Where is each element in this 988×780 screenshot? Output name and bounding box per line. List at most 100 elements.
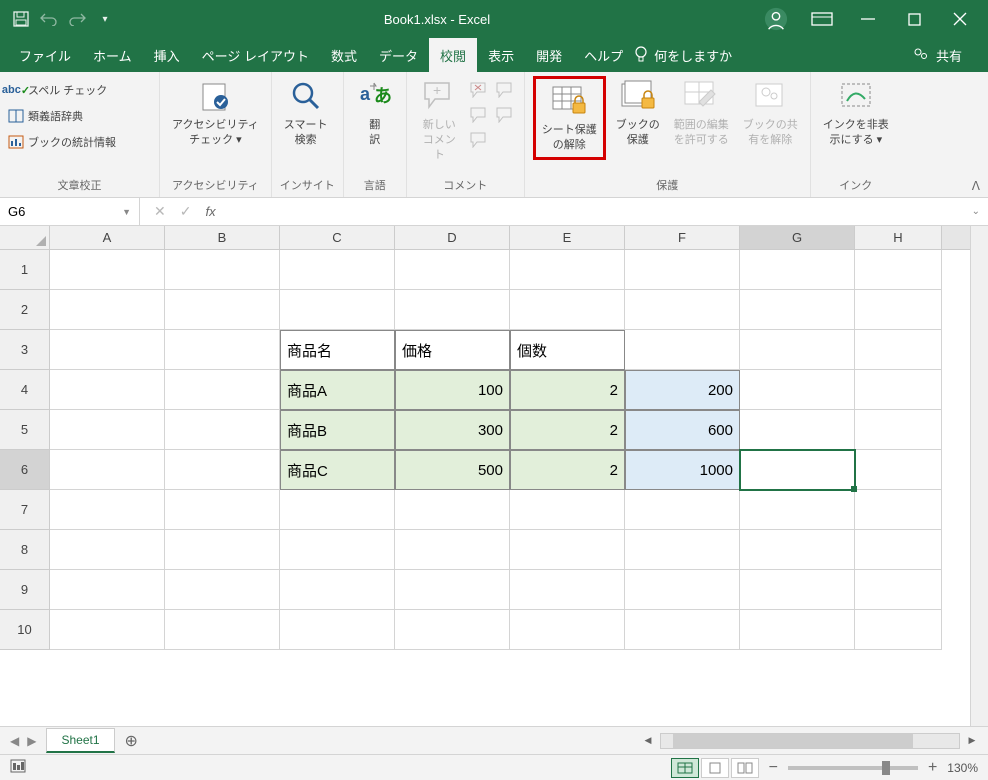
cell-G8[interactable] — [740, 530, 855, 570]
row-header-3[interactable]: 3 — [0, 330, 50, 370]
col-header-E[interactable]: E — [510, 226, 625, 249]
cell-H4[interactable] — [855, 370, 942, 410]
cell-D8[interactable] — [395, 530, 510, 570]
cell-C3[interactable]: 商品名 — [280, 330, 395, 370]
col-header-C[interactable]: C — [280, 226, 395, 249]
cell-F3[interactable] — [625, 330, 740, 370]
new-comment-button[interactable]: + 新しい コメント — [415, 76, 464, 165]
cell-A10[interactable] — [50, 610, 165, 650]
row-header-2[interactable]: 2 — [0, 290, 50, 330]
cell-D2[interactable] — [395, 290, 510, 330]
select-all-button[interactable] — [0, 226, 50, 249]
next-comment-icon[interactable] — [470, 132, 490, 153]
cell-H3[interactable] — [855, 330, 942, 370]
sheet-nav-prev-icon[interactable]: ◀ — [10, 734, 19, 748]
cell-E3[interactable]: 個数 — [510, 330, 625, 370]
cell-E6[interactable]: 2 — [510, 450, 625, 490]
cell-D10[interactable] — [395, 610, 510, 650]
name-box-dropdown-icon[interactable]: ▼ — [122, 207, 131, 217]
show-comment-icon[interactable] — [496, 82, 516, 103]
cell-D4[interactable]: 100 — [395, 370, 510, 410]
cell-A4[interactable] — [50, 370, 165, 410]
zoom-in-button[interactable]: + — [928, 759, 937, 777]
worksheet[interactable]: A B C D E F G H 1 2 3商品名価格個数 4商品A1002200… — [0, 226, 970, 726]
tab-view[interactable]: 表示 — [477, 38, 525, 73]
translate-button[interactable]: aあ 翻 訳 — [352, 76, 398, 150]
tab-review[interactable]: 校閲 — [429, 38, 477, 73]
cell-B8[interactable] — [165, 530, 280, 570]
cell-B3[interactable] — [165, 330, 280, 370]
cell-F1[interactable] — [625, 250, 740, 290]
cell-E1[interactable] — [510, 250, 625, 290]
cell-C5[interactable]: 商品B — [280, 410, 395, 450]
cell-H2[interactable] — [855, 290, 942, 330]
hscroll-right-icon[interactable]: ▶ — [966, 734, 978, 748]
undo-icon[interactable] — [40, 10, 58, 28]
cell-A3[interactable] — [50, 330, 165, 370]
row-header-7[interactable]: 7 — [0, 490, 50, 530]
cell-A8[interactable] — [50, 530, 165, 570]
cell-H1[interactable] — [855, 250, 942, 290]
tab-insert[interactable]: 挿入 — [143, 38, 191, 73]
tab-formulas[interactable]: 数式 — [320, 38, 368, 73]
row-header-8[interactable]: 8 — [0, 530, 50, 570]
row-header-10[interactable]: 10 — [0, 610, 50, 650]
account-icon[interactable] — [764, 7, 788, 31]
col-header-H[interactable]: H — [855, 226, 942, 249]
cell-D6[interactable]: 500 — [395, 450, 510, 490]
row-header-9[interactable]: 9 — [0, 570, 50, 610]
maximize-icon[interactable] — [902, 7, 926, 31]
zoom-out-button[interactable]: − — [769, 759, 778, 777]
cell-G9[interactable] — [740, 570, 855, 610]
collapse-ribbon-icon[interactable]: ᐱ — [972, 179, 980, 193]
zoom-slider[interactable] — [788, 766, 918, 770]
tab-home[interactable]: ホーム — [82, 38, 143, 73]
cell-G1[interactable] — [740, 250, 855, 290]
redo-icon[interactable] — [68, 10, 86, 28]
name-box[interactable]: G6 ▼ — [0, 198, 140, 225]
cell-G4[interactable] — [740, 370, 855, 410]
cell-C1[interactable] — [280, 250, 395, 290]
hide-ink-button[interactable]: インクを非表 示にする ▾ — [819, 76, 893, 150]
cell-A5[interactable] — [50, 410, 165, 450]
tell-me[interactable]: 何をしますか — [634, 45, 732, 66]
cell-E7[interactable] — [510, 490, 625, 530]
unprotect-sheet-button[interactable]: シート保護 の解除 — [533, 76, 606, 160]
cell-D9[interactable] — [395, 570, 510, 610]
show-all-comments-icon[interactable] — [496, 107, 516, 128]
cell-A9[interactable] — [50, 570, 165, 610]
cell-C2[interactable] — [280, 290, 395, 330]
add-sheet-button[interactable]: ⊕ — [115, 731, 148, 751]
thesaurus-button[interactable]: 類義語辞典 — [8, 106, 83, 126]
col-header-D[interactable]: D — [395, 226, 510, 249]
qat-dropdown-icon[interactable]: ▾ — [96, 10, 114, 28]
workbook-stats-button[interactable]: ブックの統計情報 — [8, 132, 116, 152]
accessibility-check-button[interactable]: アクセシビリティ チェック ▾ — [168, 76, 263, 150]
cell-D5[interactable]: 300 — [395, 410, 510, 450]
cell-H5[interactable] — [855, 410, 942, 450]
cell-F7[interactable] — [625, 490, 740, 530]
horizontal-scrollbar[interactable] — [660, 733, 960, 749]
row-header-1[interactable]: 1 — [0, 250, 50, 290]
cell-H6[interactable] — [855, 450, 942, 490]
cell-B2[interactable] — [165, 290, 280, 330]
save-icon[interactable] — [12, 10, 30, 28]
row-header-4[interactable]: 4 — [0, 370, 50, 410]
cell-B1[interactable] — [165, 250, 280, 290]
cell-E9[interactable] — [510, 570, 625, 610]
cell-B6[interactable] — [165, 450, 280, 490]
smart-lookup-button[interactable]: スマート 検索 — [280, 76, 332, 150]
cell-D1[interactable] — [395, 250, 510, 290]
cell-G2[interactable] — [740, 290, 855, 330]
cell-H10[interactable] — [855, 610, 942, 650]
tab-developer[interactable]: 開発 — [525, 38, 573, 73]
cell-F2[interactable] — [625, 290, 740, 330]
cell-C9[interactable] — [280, 570, 395, 610]
cell-A6[interactable] — [50, 450, 165, 490]
sheet-tab-1[interactable]: Sheet1 — [46, 728, 114, 753]
cell-B9[interactable] — [165, 570, 280, 610]
row-header-6[interactable]: 6 — [0, 450, 50, 490]
cell-G3[interactable] — [740, 330, 855, 370]
cell-G7[interactable] — [740, 490, 855, 530]
share-button[interactable]: 共有 — [914, 46, 980, 65]
